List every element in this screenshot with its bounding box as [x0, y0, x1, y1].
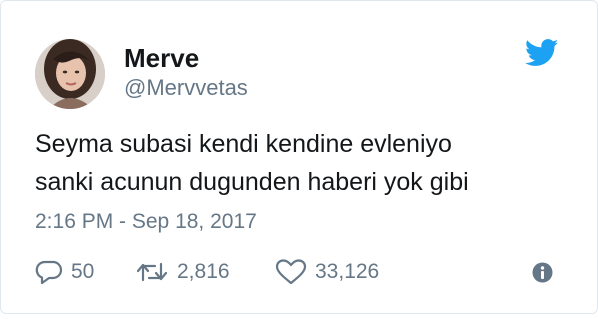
- reply-count: 50: [71, 260, 95, 283]
- user-handle[interactable]: @Mervvetas: [124, 75, 248, 101]
- tweet-text-line: sanki acunun dugunden haberi yok gibi: [35, 168, 469, 196]
- tweet-text: Seyma subasi kendi kendine evleniyo sank…: [35, 125, 565, 201]
- reply-button[interactable]: 50: [35, 255, 94, 289]
- twitter-bird-icon[interactable]: [524, 39, 559, 67]
- tweet-text-line: Seyma subasi kendi kendine evleniyo: [35, 130, 452, 158]
- reply-icon: [35, 258, 63, 286]
- info-icon[interactable]: [532, 262, 553, 283]
- heart-icon: [275, 258, 307, 286]
- display-name[interactable]: Merve: [124, 43, 199, 73]
- tweet-timestamp[interactable]: 2:16 PM - Sep 18, 2017: [35, 209, 257, 235]
- like-count: 33,126: [315, 260, 380, 283]
- tweet-actions: 50 2,816 33,126: [35, 255, 565, 289]
- tweet-card: Merve @Mervvetas Seyma subasi kendi kend…: [0, 0, 598, 314]
- retweet-count: 2,816: [177, 260, 230, 283]
- avatar[interactable]: [35, 39, 105, 109]
- like-button[interactable]: 33,126: [275, 255, 379, 289]
- retweet-button[interactable]: 2,816: [135, 255, 230, 289]
- retweet-icon: [135, 258, 169, 286]
